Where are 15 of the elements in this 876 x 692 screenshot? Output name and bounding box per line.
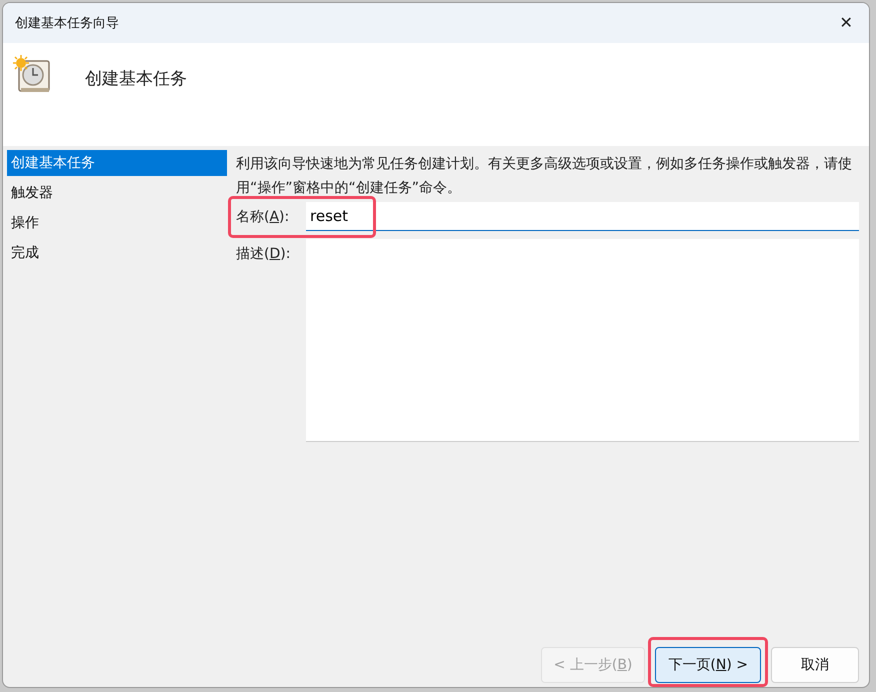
window-title: 创建基本任务向导 — [15, 15, 119, 32]
close-button[interactable]: ✕ — [823, 3, 869, 43]
description-label: 描述(D): — [236, 245, 292, 263]
next-button[interactable]: 下一页(N) > — [655, 647, 761, 683]
intro-text: 利用该向导快速地为常见任务创建计划。有关更多高级选项或设置，例如多任务操作或触发器，请使用“操作”窗格中的“创建任务”命令。 — [236, 155, 853, 198]
name-field[interactable]: reset — [306, 202, 859, 231]
calendar-clock-icon — [13, 55, 53, 95]
description-field[interactable] — [306, 239, 859, 442]
cancel-button[interactable]: 取消 — [771, 647, 859, 683]
wizard-step: 触发器 — [7, 180, 227, 206]
wizard-step: 完成 — [7, 240, 227, 266]
wizard-step: 操作 — [7, 210, 227, 236]
page-heading: 创建基本任务 — [85, 68, 187, 90]
name-label: 名称(A): — [236, 208, 290, 226]
wizard-step: 创建基本任务 — [7, 150, 227, 176]
